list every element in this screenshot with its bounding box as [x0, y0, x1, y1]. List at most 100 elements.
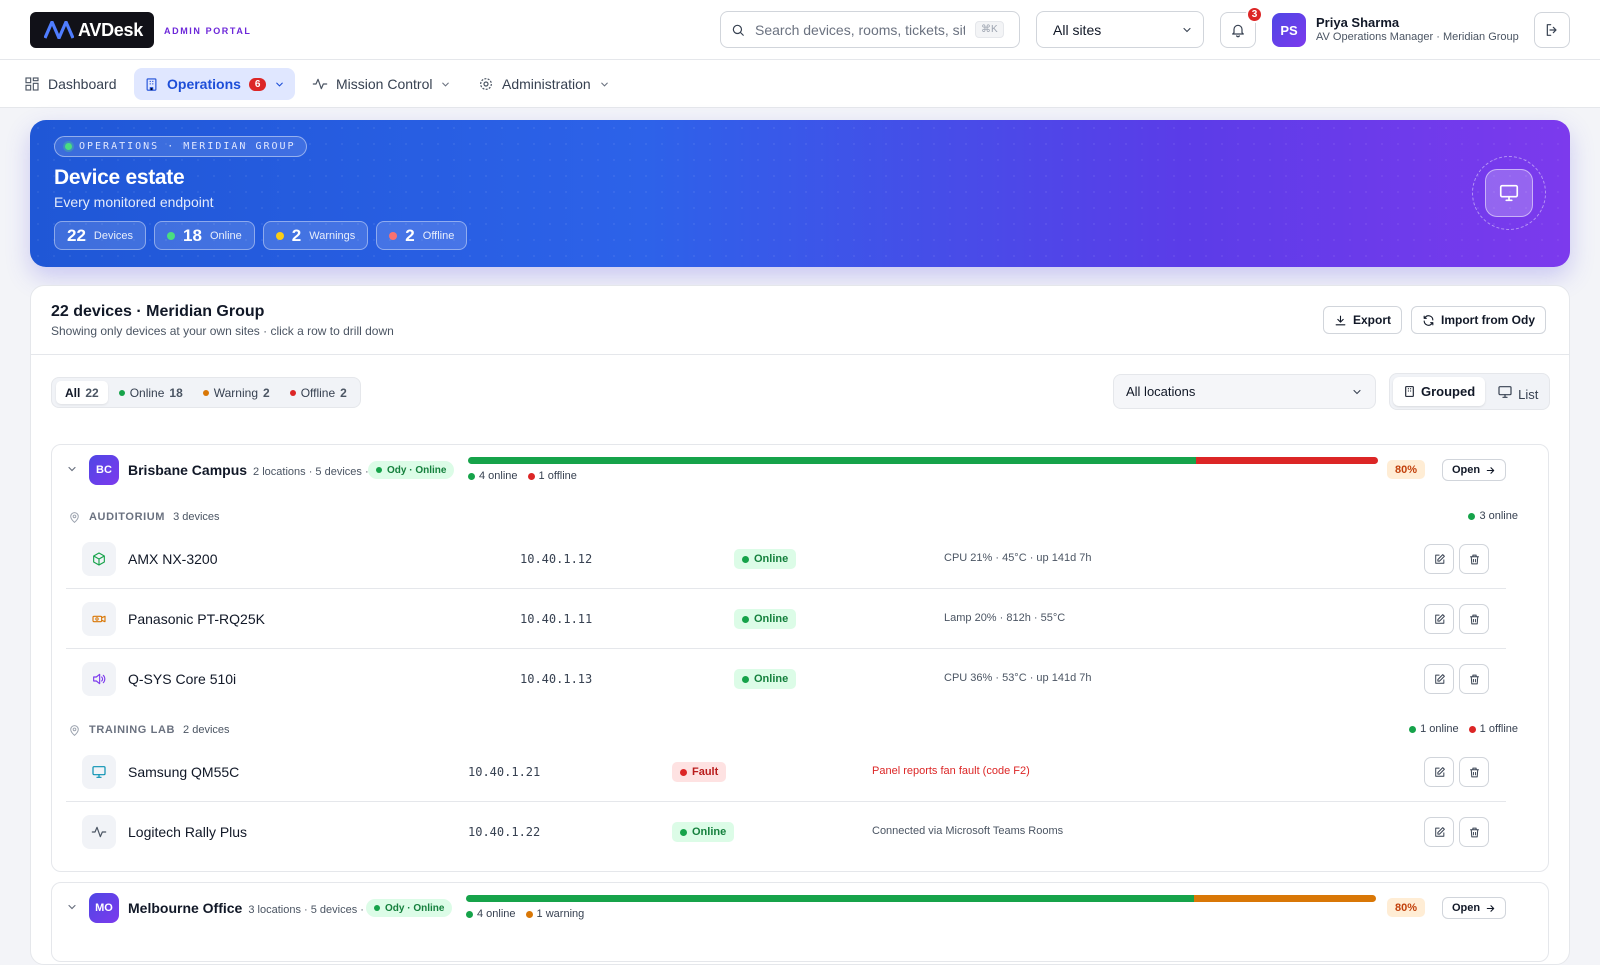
health-bar-warning [1194, 895, 1376, 902]
location-header-training-lab: TRAINING LAB 2 devices 1 online 1 offlin… [68, 720, 1518, 740]
summary-online-text: 3 online [1479, 510, 1518, 522]
import-ody-button[interactable]: Import from Ody [1411, 306, 1547, 334]
building-icon [1405, 386, 1414, 397]
open-site-button[interactable]: Open [1442, 459, 1507, 481]
monitor-icon [1499, 184, 1519, 202]
avatar[interactable]: PS [1272, 13, 1306, 47]
status-dot [742, 615, 749, 623]
device-row[interactable]: AMX NX-3200 10.40.1.12 Online CPU 21% · … [66, 529, 1506, 589]
site-select-value: All sites [1053, 21, 1102, 38]
device-row[interactable]: Samsung QM55C 10.40.1.21 Fault Panel rep… [66, 742, 1506, 802]
view-list-button[interactable]: List [1487, 377, 1548, 406]
stat-label: Warnings [309, 229, 356, 242]
device-ip: 10.40.1.21 [468, 765, 541, 779]
summary-online: 3 online [1468, 510, 1518, 522]
app-logo[interactable]: AVDesk [30, 12, 154, 48]
nav-operations[interactable]: Operations 6 [134, 68, 296, 100]
status-badge: Online [734, 669, 797, 689]
edit-icon [1434, 673, 1445, 684]
device-ip: 10.40.1.12 [520, 552, 593, 566]
delete-button[interactable] [1459, 817, 1489, 847]
edit-button[interactable] [1424, 817, 1454, 847]
search-input[interactable] [755, 21, 965, 38]
legend-online-text: 4 online [477, 908, 516, 920]
user-role: AV Operations Manager · Meridian Group [1316, 31, 1519, 43]
stat-label: Offline [422, 229, 455, 242]
view-grouped-button[interactable]: Grouped [1393, 377, 1486, 406]
filter-count: 18 [169, 385, 183, 400]
trash-icon [1469, 554, 1479, 564]
chevron-down-icon[interactable] [66, 463, 78, 475]
status-dot [680, 828, 687, 836]
status-dot [1468, 512, 1476, 520]
nav-dashboard[interactable]: Dashboard [14, 68, 127, 100]
filter-label: Offline [300, 385, 336, 400]
nav-mission-control[interactable]: Mission Control [302, 68, 461, 100]
notifications-badge: 3 [1246, 6, 1263, 23]
delete-button[interactable] [1459, 604, 1489, 634]
status-text: Online [692, 826, 727, 838]
status-dot [742, 555, 749, 563]
filter-all[interactable]: All 22 [56, 381, 108, 404]
nav-dashboard-label: Dashboard [48, 76, 117, 92]
status-badge: Fault [672, 762, 727, 782]
legend-offline-text: 1 offline [538, 470, 577, 482]
device-telemetry: Panel reports fan fault (code F2) [872, 765, 1030, 777]
health-percent: 80% [1387, 460, 1426, 479]
site-badge: MO [89, 893, 119, 923]
chevron-down-icon[interactable] [66, 901, 78, 913]
device-icon [82, 602, 116, 636]
site-name-text: Brisbane Campus [128, 462, 248, 478]
notifications-button[interactable]: 3 [1220, 6, 1263, 48]
nav-administration[interactable]: Administration [468, 68, 620, 100]
global-search[interactable]: ⌘K [720, 11, 1020, 48]
chevron-down-icon [276, 82, 284, 87]
site-header[interactable]: MO Melbourne Office 3 locations · 5 devic… [52, 883, 1548, 933]
edit-button[interactable] [1424, 604, 1454, 634]
open-label: Open [1452, 464, 1481, 476]
hero-icon [1485, 169, 1533, 217]
filter-count: 22 [85, 385, 99, 400]
device-ip: 10.40.1.22 [468, 825, 541, 839]
site-header[interactable]: BC Brisbane Campus 2 locations · 5 device… [52, 445, 1548, 495]
delete-button[interactable] [1459, 664, 1489, 694]
filter-warning[interactable]: Warning 2 [194, 381, 279, 404]
edit-icon [1434, 613, 1445, 624]
edit-button[interactable] [1424, 544, 1454, 574]
filter-label: Online [129, 385, 165, 400]
status-dot [466, 910, 473, 918]
device-row[interactable]: Logitech Rally Plus 10.40.1.22 Online Co… [66, 802, 1506, 862]
ody-status-text: Ody · Online [385, 902, 445, 914]
status-dot [742, 675, 749, 683]
site-select[interactable]: All sites [1036, 11, 1204, 48]
device-icon [82, 662, 116, 696]
location-name: TRAINING LAB [89, 724, 176, 736]
status-text: Online [754, 673, 789, 685]
stat-online: 18 Online [154, 221, 255, 250]
legend-offline: 1 offline [527, 470, 577, 482]
device-row[interactable]: Panasonic PT-RQ25K 10.40.1.11 Online Lam… [66, 589, 1506, 649]
stat-offline: 2 Offline [376, 221, 468, 250]
status-dot [376, 467, 382, 473]
edit-button[interactable] [1424, 664, 1454, 694]
edit-button[interactable] [1424, 757, 1454, 787]
location-select[interactable]: All locations [1113, 374, 1376, 409]
logout-button[interactable] [1534, 12, 1570, 48]
download-icon [1335, 315, 1346, 325]
edit-icon [1434, 826, 1445, 837]
map-pin-icon [70, 724, 79, 736]
location-summary: 1 online 1 offline [1409, 723, 1518, 735]
export-button[interactable]: Export [1323, 306, 1403, 334]
filter-online[interactable]: Online 18 [110, 381, 192, 404]
filter-offline[interactable]: Offline 2 [281, 381, 356, 404]
device-row[interactable]: Q-SYS Core 510i 10.40.1.13 Online CPU 36… [66, 649, 1506, 709]
open-site-button[interactable]: Open [1442, 897, 1507, 919]
summary-online-text: 1 online [1420, 723, 1459, 735]
delete-button[interactable] [1459, 757, 1489, 787]
open-label: Open [1452, 902, 1481, 914]
page-title: Device estate [54, 166, 185, 189]
ody-status-badge: Ody · Online [368, 461, 455, 479]
status-badge: Online [672, 822, 735, 842]
delete-button[interactable] [1459, 544, 1489, 574]
hero-eyebrow: OPERATIONS · MERIDIAN GROUP [54, 136, 307, 157]
